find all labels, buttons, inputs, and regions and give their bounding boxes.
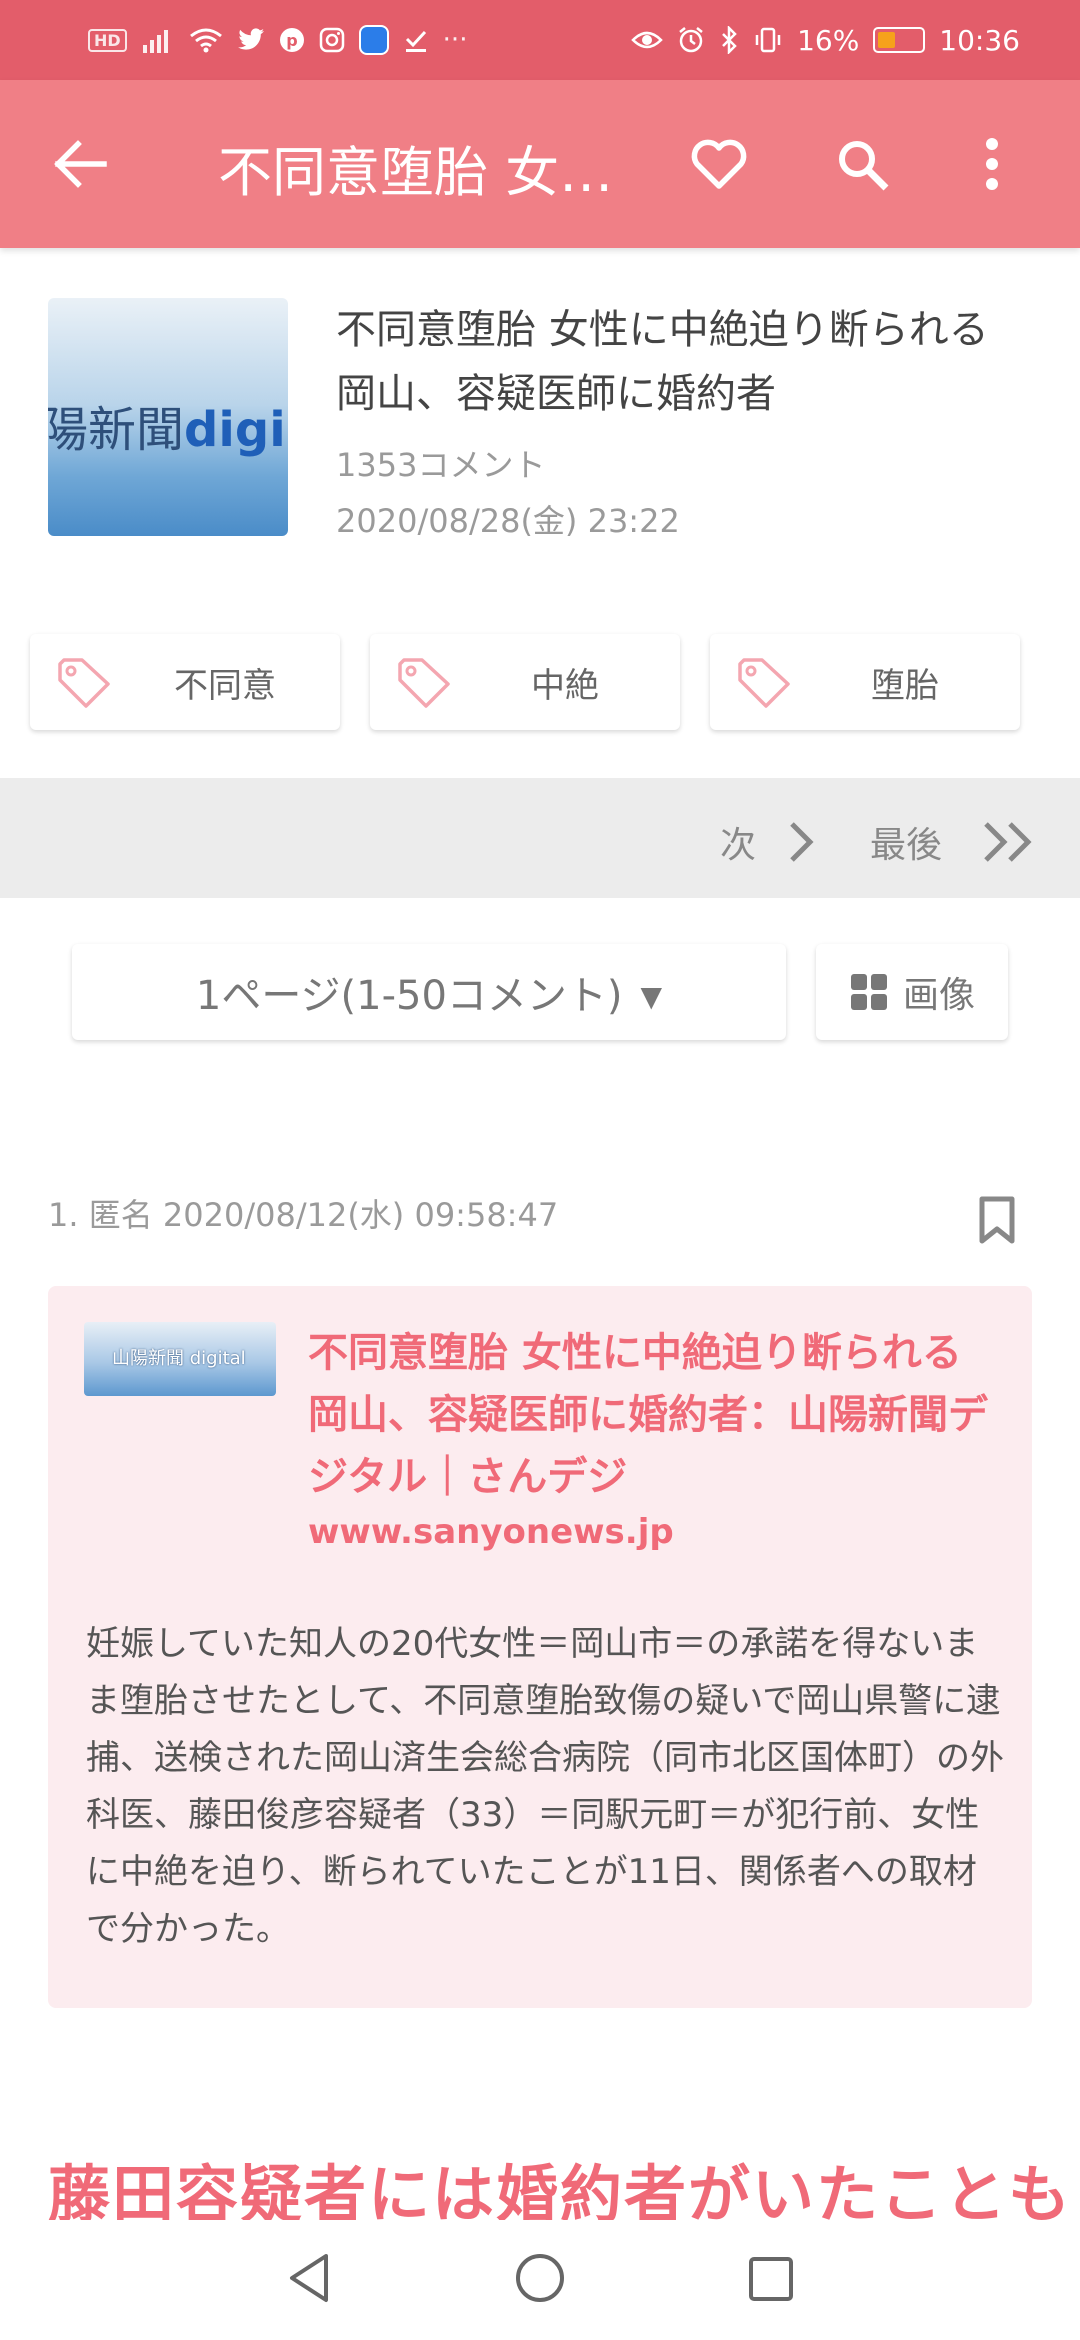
link-thumbnail: 山陽新聞 digital <box>84 1322 276 1396</box>
link-excerpt: 妊娠していた知人の20代女性＝岡山市＝の承諾を得ないまま堕胎させたとして、不同意… <box>86 1624 1004 1949</box>
eye-icon <box>631 31 663 49</box>
bookmark-icon[interactable] <box>978 1196 1016 1244</box>
signal-icon <box>142 30 168 53</box>
page-select-value: 1ページ(1-50コメント) <box>195 973 623 1019</box>
more-notifications-icon: ··· <box>442 25 468 55</box>
battery-fill <box>878 32 896 48</box>
bluetooth-icon <box>722 26 737 54</box>
tag-chip[interactable]: 堕胎 <box>710 634 1020 730</box>
nav-back-icon[interactable] <box>286 2252 334 2304</box>
download-done-icon <box>405 30 426 52</box>
article-thumbnail[interactable]: 陽新聞digi <box>48 298 288 536</box>
app-bar-title: 不同意堕胎 女性に中絶迫り断られる 岡山、容疑医師に婚約者 <box>218 141 638 204</box>
chevron-right-icon[interactable] <box>786 820 816 864</box>
pinterest-icon: p <box>279 28 304 52</box>
dropdown-caret-icon: ▼ <box>640 979 663 1013</box>
tag-icon <box>738 658 790 708</box>
tag-chip[interactable]: 不同意 <box>30 634 340 730</box>
last-page-link[interactable]: 最後 <box>870 816 942 868</box>
comment-meta: 1. 匿名 2020/08/12(水) 09:58:47 <box>48 1196 559 1234</box>
link-preview-card[interactable]: 山陽新聞 digital 不同意堕胎 女性に中絶迫り断られる 岡山、容疑医師に婚… <box>48 1286 1032 2008</box>
battery-percent: 16% <box>797 23 860 57</box>
pager-bar: 次 最後 <box>0 778 1080 898</box>
article-date: 2020/08/28(金) 23:22 <box>336 502 680 540</box>
tag-chip[interactable]: 中絶 <box>370 634 680 730</box>
search-icon[interactable] <box>834 136 892 194</box>
app-bar: 不同意堕胎 女性に中絶迫り断られる 岡山、容疑医師に婚約者 <box>0 80 1080 248</box>
battery-icon <box>873 27 926 53</box>
hd-badge: HD <box>88 28 127 52</box>
status-bar: HD p ··· 16% 10:36 <box>0 0 1080 80</box>
svg-text:p: p <box>286 31 297 50</box>
wifi-icon <box>189 28 222 53</box>
next-page-link[interactable]: 次 <box>720 816 756 868</box>
instagram-icon <box>319 27 344 53</box>
image-button-label: 画像 <box>902 975 975 1016</box>
thumbnail-logo: 陽新聞digi <box>48 402 286 458</box>
tag-label: 堕胎 <box>871 665 939 706</box>
grid-icon <box>850 974 887 1010</box>
link-domain[interactable]: www.sanyonews.jp <box>308 1512 674 1552</box>
favorite-heart-icon[interactable] <box>690 136 748 192</box>
nav-recents-icon[interactable] <box>748 2256 794 2302</box>
clock: 10:36 <box>939 23 1020 57</box>
comment-count: 1353コメント <box>336 446 546 484</box>
tag-label: 中絶 <box>531 665 599 706</box>
article-headline: 不同意堕胎 女性に中絶迫り断られる 岡山、容疑医師に婚約者 <box>336 307 1029 417</box>
back-arrow-icon[interactable] <box>52 140 108 188</box>
image-view-button[interactable]: 画像 <box>816 944 1008 1040</box>
status-left: HD p ··· <box>88 25 467 55</box>
tag-icon <box>398 658 450 708</box>
more-vert-icon[interactable] <box>984 136 1000 192</box>
app-notification-icon <box>358 25 389 55</box>
nav-home-icon[interactable] <box>514 2252 566 2304</box>
system-nav-bar <box>0 2220 1080 2340</box>
alarm-icon <box>679 27 703 53</box>
vibrate-icon <box>755 27 781 53</box>
link-title[interactable]: 不同意堕胎 女性に中絶迫り断られる 岡山、容疑医師に婚約者：山陽新聞デジタル｜さ… <box>308 1322 1008 1508</box>
page-select-dropdown[interactable]: 1ページ(1-50コメント) ▼ <box>72 944 786 1040</box>
twitter-icon <box>237 28 264 50</box>
double-chevron-right-icon[interactable] <box>982 820 1036 864</box>
status-right: 16% 10:36 <box>631 24 1020 57</box>
tag-label: 不同意 <box>174 665 276 706</box>
tag-icon <box>58 658 110 708</box>
